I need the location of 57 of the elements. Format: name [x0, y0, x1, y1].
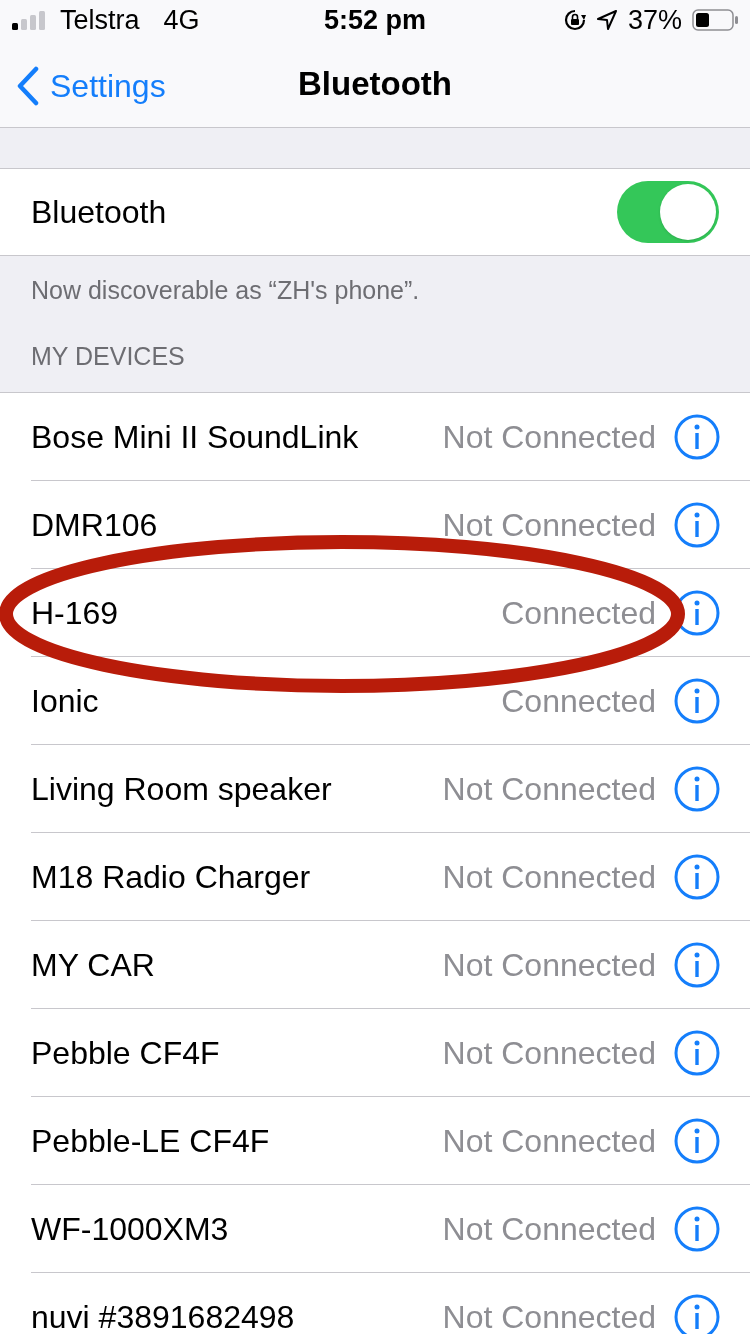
device-name: nuvi #3891682498 [31, 1297, 296, 1334]
info-icon[interactable] [674, 1117, 720, 1164]
device-name: Pebble CF4F [31, 1033, 221, 1073]
info-icon[interactable] [674, 1029, 720, 1076]
back-button[interactable]: Settings [16, 62, 166, 110]
chevron-left-icon [16, 66, 40, 106]
info-icon[interactable] [674, 413, 720, 460]
battery-icon [692, 9, 738, 31]
nav-title: Bluetooth [298, 63, 452, 104]
device-status: Not Connected [442, 417, 656, 457]
info-icon[interactable] [674, 941, 720, 988]
bluetooth-label: Bluetooth [31, 193, 167, 232]
device-row[interactable]: WF-1000XM3 Not Connected [31, 1185, 750, 1273]
device-status: Not Connected [442, 945, 656, 985]
section-header: MY DEVICES [31, 342, 185, 370]
device-status: Not Connected [442, 769, 656, 809]
info-icon[interactable] [674, 1205, 720, 1252]
carrier-label: Telstra [60, 3, 140, 37]
device-name: Bose Mini II SoundLink [31, 417, 360, 457]
device-status: Not Connected [442, 1121, 656, 1161]
location-icon [595, 9, 618, 31]
signal-icon [12, 10, 46, 30]
device-name: H-169 [31, 593, 120, 633]
device-name: MY CAR [31, 945, 156, 985]
status-time: 5:52 pm [323, 3, 426, 37]
rotation-lock-icon [563, 9, 586, 31]
device-row[interactable]: H-169 Connected [31, 569, 750, 657]
device-name: Ionic [31, 681, 100, 721]
device-row[interactable]: Pebble-LE CF4F Not Connected [31, 1097, 750, 1185]
device-row[interactable]: Pebble CF4F Not Connected [31, 1009, 750, 1097]
info-icon[interactable] [674, 1293, 720, 1334]
device-status: Not Connected [442, 1209, 656, 1249]
info-icon[interactable] [674, 765, 720, 812]
device-row[interactable]: Living Room speaker Not Connected [31, 745, 750, 833]
device-name: M18 Radio Charger [31, 857, 312, 897]
device-status: Not Connected [442, 857, 656, 897]
discoverable-note: Now discoverable as “ZH's phone”. [31, 276, 420, 304]
device-status: Connected [501, 593, 656, 633]
device-name: Pebble-LE CF4F [31, 1121, 271, 1161]
device-row[interactable]: M18 Radio Charger Not Connected [31, 833, 750, 921]
device-name: Living Room speaker [31, 769, 333, 809]
device-row[interactable]: Ionic Connected [31, 657, 750, 745]
info-icon[interactable] [674, 501, 720, 548]
device-row[interactable]: DMR106 Not Connected [31, 481, 750, 569]
device-row[interactable]: MY CAR Not Connected [31, 921, 750, 1009]
device-row[interactable]: nuvi #3891682498 Not Connected [31, 1273, 750, 1334]
device-status: Not Connected [442, 1033, 656, 1073]
info-icon[interactable] [674, 853, 720, 900]
device-name: WF-1000XM3 [31, 1209, 230, 1249]
device-row[interactable]: Bose Mini II SoundLink Not Connected [31, 393, 750, 481]
network-label: 4G [163, 3, 200, 37]
device-status: Connected [501, 681, 656, 721]
device-name: DMR106 [31, 505, 159, 545]
info-icon[interactable] [674, 677, 720, 724]
device-status: Not Connected [442, 1297, 656, 1334]
battery-percent: 37% [627, 3, 682, 37]
device-status: Not Connected [442, 505, 656, 545]
